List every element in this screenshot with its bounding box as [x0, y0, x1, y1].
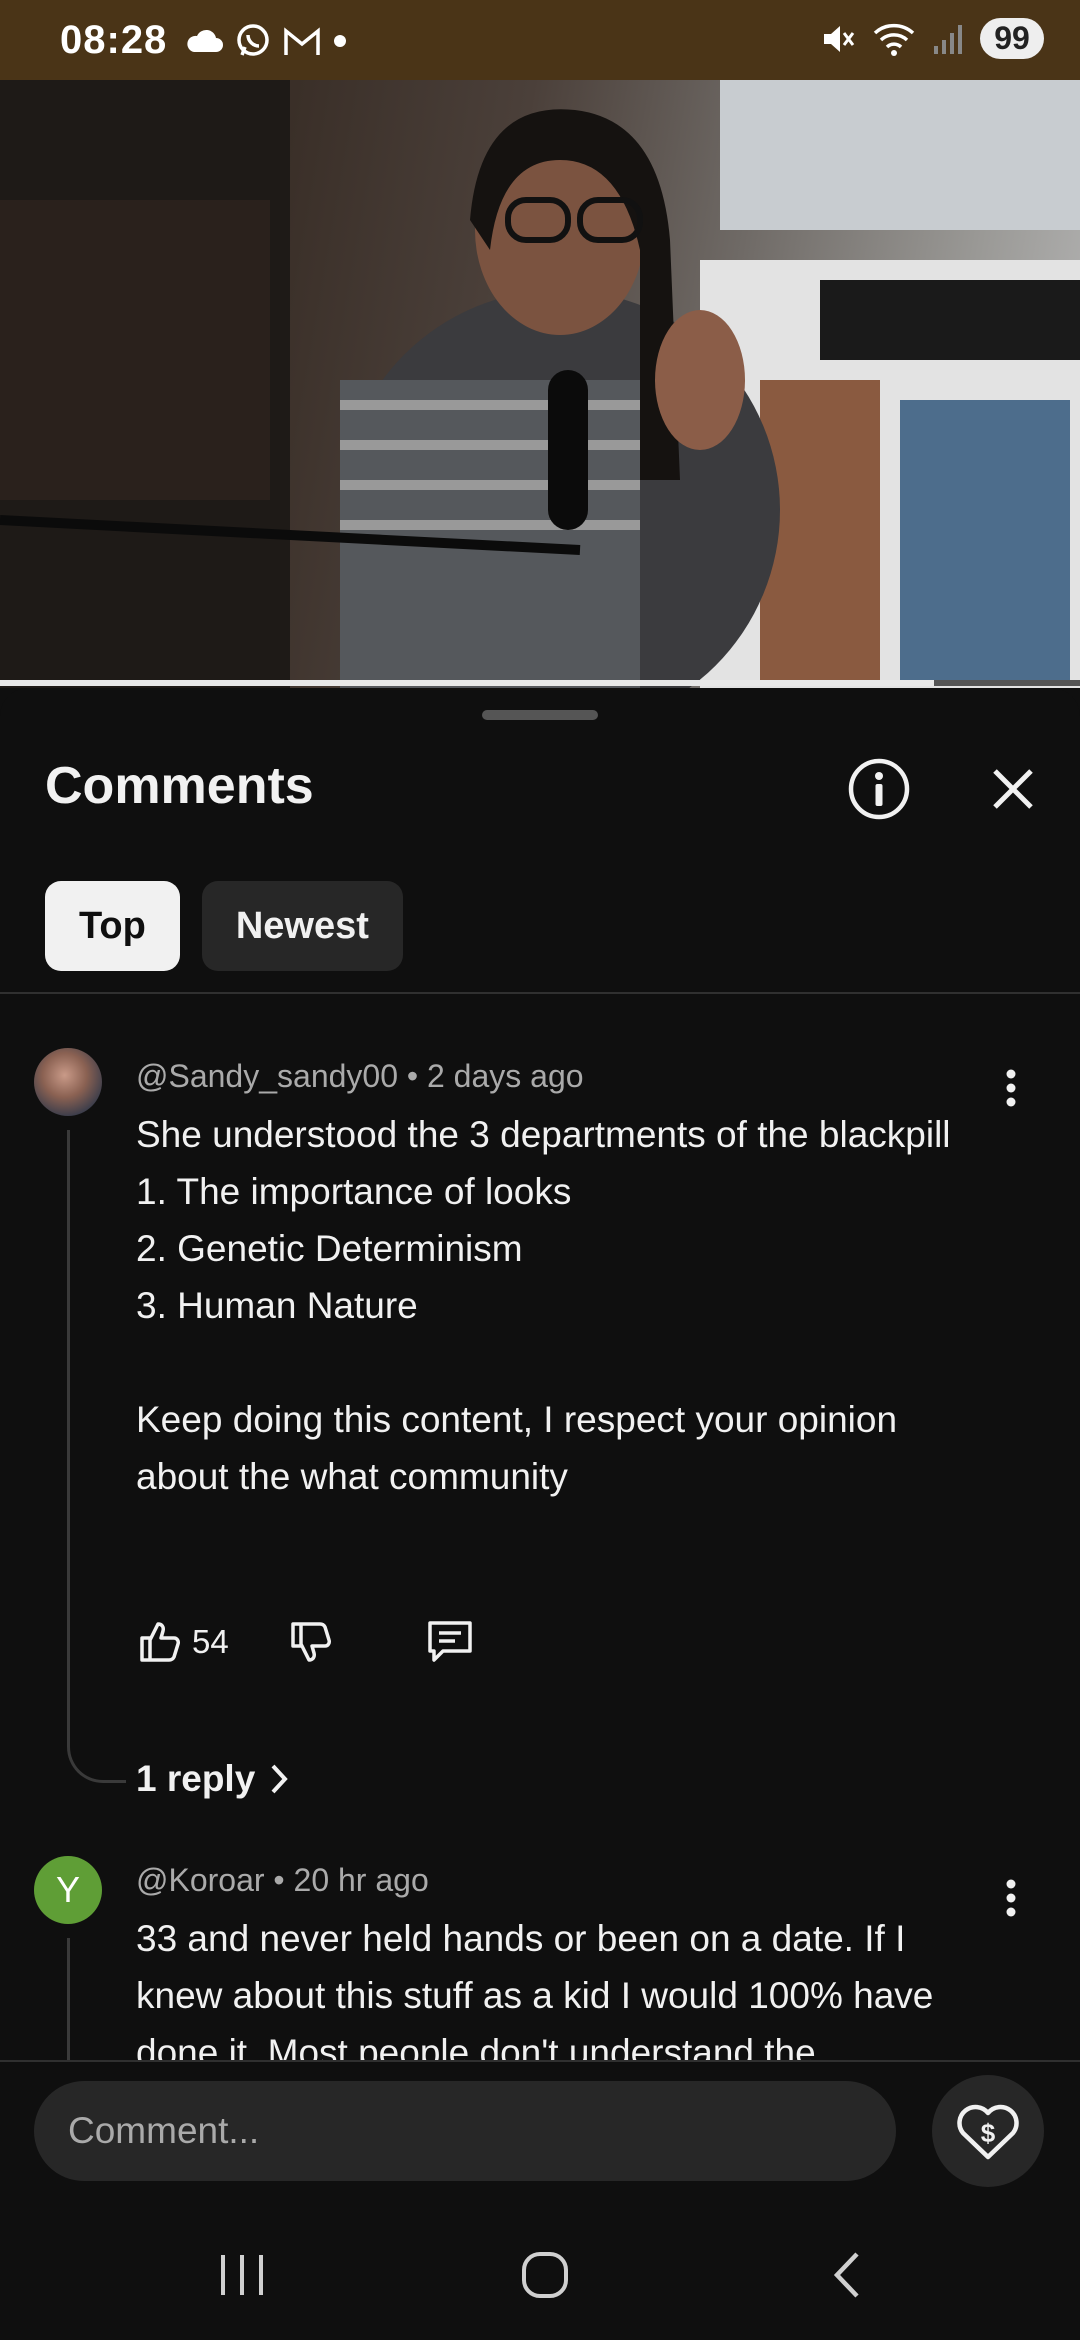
- more-vert-icon: [1006, 1069, 1016, 1107]
- info-button[interactable]: [844, 754, 914, 824]
- chevron-right-icon: [271, 1764, 289, 1794]
- back-icon: [833, 2252, 859, 2298]
- notification-icons: [184, 22, 348, 60]
- reply-button[interactable]: [425, 1618, 475, 1666]
- system-icons: 99: [820, 18, 1044, 59]
- system-navigation-bar: [0, 2210, 1080, 2340]
- home-button[interactable]: [500, 2240, 590, 2310]
- signal-icon: [934, 24, 962, 54]
- view-replies-button[interactable]: 1 reply: [136, 1758, 289, 1800]
- super-thanks-heart-icon: $: [957, 2104, 1019, 2160]
- avatar[interactable]: [34, 1048, 102, 1116]
- tab-newest[interactable]: Newest: [201, 881, 403, 971]
- comments-panel: Comments Top Newest @Sandy_sandy00 • 2 d…: [0, 688, 1080, 2340]
- svg-text:$: $: [981, 2118, 996, 2148]
- thumbs-up-icon: [140, 1622, 180, 1662]
- comment-author[interactable]: @Koroar: [136, 1862, 265, 1898]
- recent-apps-button[interactable]: [197, 2240, 287, 2310]
- back-button[interactable]: [802, 2240, 892, 2310]
- comment-author[interactable]: @Sandy_sandy00: [136, 1058, 398, 1094]
- status-bar: 08:28 99: [0, 0, 1080, 80]
- super-thanks-button[interactable]: $: [932, 2075, 1044, 2187]
- reply-comment-icon: [427, 1621, 472, 1662]
- whatsapp-icon: [237, 24, 269, 56]
- status-time: 08:28: [60, 18, 168, 62]
- replies-label: 1 reply: [136, 1758, 256, 1799]
- video-progress-fill: [0, 680, 935, 686]
- more-options-button[interactable]: [996, 1058, 1026, 1118]
- video-frame: [0, 80, 1080, 688]
- wifi-icon: [873, 23, 915, 56]
- sort-tabs: Top Newest: [45, 881, 403, 971]
- avatar[interactable]: Y: [34, 1856, 102, 1924]
- comment-text: She understood the 3 departments of the …: [136, 1114, 951, 1497]
- thumbs-down-icon: [290, 1622, 331, 1662]
- more-vert-icon: [1006, 1879, 1016, 1917]
- comment-composer: $: [0, 2060, 1080, 2212]
- comment-meta: @Sandy_sandy00 • 2 days ago: [136, 1058, 584, 1094]
- comment-actions: 54: [136, 1618, 475, 1666]
- comment-meta: @Koroar • 20 hr ago: [136, 1862, 429, 1898]
- thread-line: [67, 1130, 70, 1735]
- comment-input[interactable]: [34, 2081, 896, 2181]
- battery-level: 99: [980, 18, 1044, 59]
- video-progress-bar[interactable]: [0, 680, 1080, 686]
- comment-text: 33 and never held hands or been on a dat…: [136, 1918, 934, 2073]
- gmail-icon: [284, 27, 320, 55]
- like-count: 54: [192, 1623, 229, 1660]
- home-icon: [522, 2252, 568, 2298]
- like-button[interactable]: 54: [136, 1618, 229, 1666]
- dot-icon: [334, 35, 346, 47]
- reply-connector: [67, 1734, 126, 1783]
- divider: [0, 992, 1080, 994]
- drag-handle[interactable]: [482, 710, 598, 720]
- recent-apps-icon: [221, 2255, 263, 2295]
- video-player[interactable]: [0, 80, 1080, 688]
- panel-title: Comments: [45, 757, 314, 815]
- more-options-button[interactable]: [996, 1868, 1026, 1928]
- comment-age: 2 days ago: [426, 1058, 584, 1094]
- tab-top[interactable]: Top: [45, 881, 180, 971]
- close-icon: [993, 769, 1033, 809]
- dislike-button[interactable]: [287, 1618, 335, 1666]
- cloud-icon: [187, 29, 223, 52]
- close-button[interactable]: [978, 754, 1048, 824]
- comment-age: 20 hr ago: [293, 1862, 429, 1898]
- info-icon: [848, 758, 910, 820]
- mute-icon: [824, 25, 855, 52]
- avatar-letter: Y: [55, 1869, 80, 1910]
